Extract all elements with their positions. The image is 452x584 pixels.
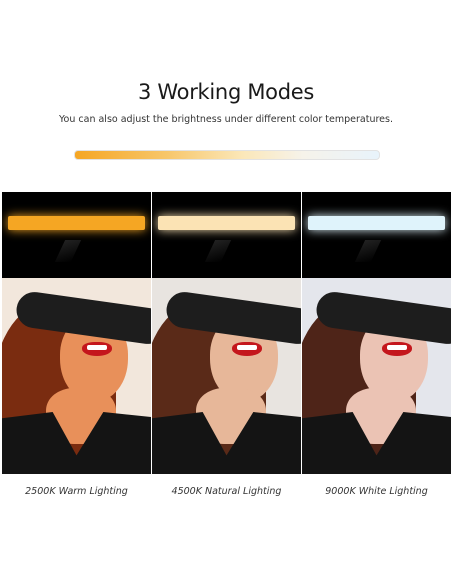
lamp-stand <box>204 240 232 262</box>
mode-photo-natural <box>152 192 301 474</box>
mode-photo-warm <box>2 192 151 474</box>
color-temperature-gradient-bar <box>74 150 380 160</box>
mode-caption-natural: 4500K Natural Lighting <box>171 486 282 497</box>
lamp-light-bar <box>158 216 295 230</box>
teeth <box>87 345 107 350</box>
lamp-light-bar <box>308 216 445 230</box>
page-subtitle: You can also adjust the brightness under… <box>59 114 393 125</box>
mode-photo-white <box>302 192 451 474</box>
mode-caption-white: 9000K White Lighting <box>325 486 428 497</box>
lamp-area <box>2 192 151 278</box>
mode-caption-warm: 2500K Warm Lighting <box>25 486 128 497</box>
lamp-stand <box>54 240 82 262</box>
lamp-light-bar <box>8 216 145 230</box>
lamp-stand <box>354 240 382 262</box>
lamp-area <box>302 192 451 278</box>
lamp-area <box>152 192 301 278</box>
page-title: 3 Working Modes <box>137 80 315 104</box>
teeth <box>387 345 407 350</box>
teeth <box>237 345 257 350</box>
